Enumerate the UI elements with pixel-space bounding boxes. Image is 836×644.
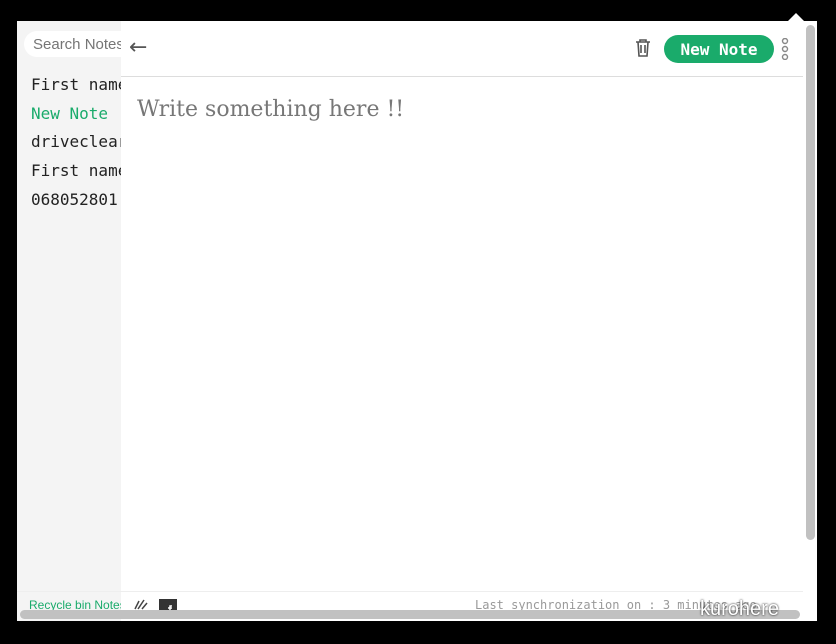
horizontal-scrollbar[interactable] [20,610,800,619]
note-item[interactable]: 068052801 [31,190,121,209]
note-item[interactable]: First name [31,161,121,180]
note-editor: ← New Note Write something here !! [121,21,803,621]
new-note-button[interactable]: New Note [664,35,774,63]
popup-arrow [788,13,804,21]
popup-panel: First name New Note driveclear First nam… [17,21,817,621]
note-item[interactable]: driveclear [31,132,121,151]
editor-body[interactable]: Write something here !! [137,97,404,122]
more-vertical-icon[interactable] [781,38,789,60]
watermark: kurohere [700,598,779,620]
editor-header: ← New Note [121,21,803,77]
vertical-scrollbar[interactable] [806,25,815,540]
note-item-active[interactable]: New Note [31,104,121,123]
sidebar: First name New Note driveclear First nam… [17,21,144,621]
note-item[interactable]: First name [31,75,121,94]
trash-icon[interactable] [634,38,652,58]
arrow-left-icon[interactable]: ← [129,35,147,60]
